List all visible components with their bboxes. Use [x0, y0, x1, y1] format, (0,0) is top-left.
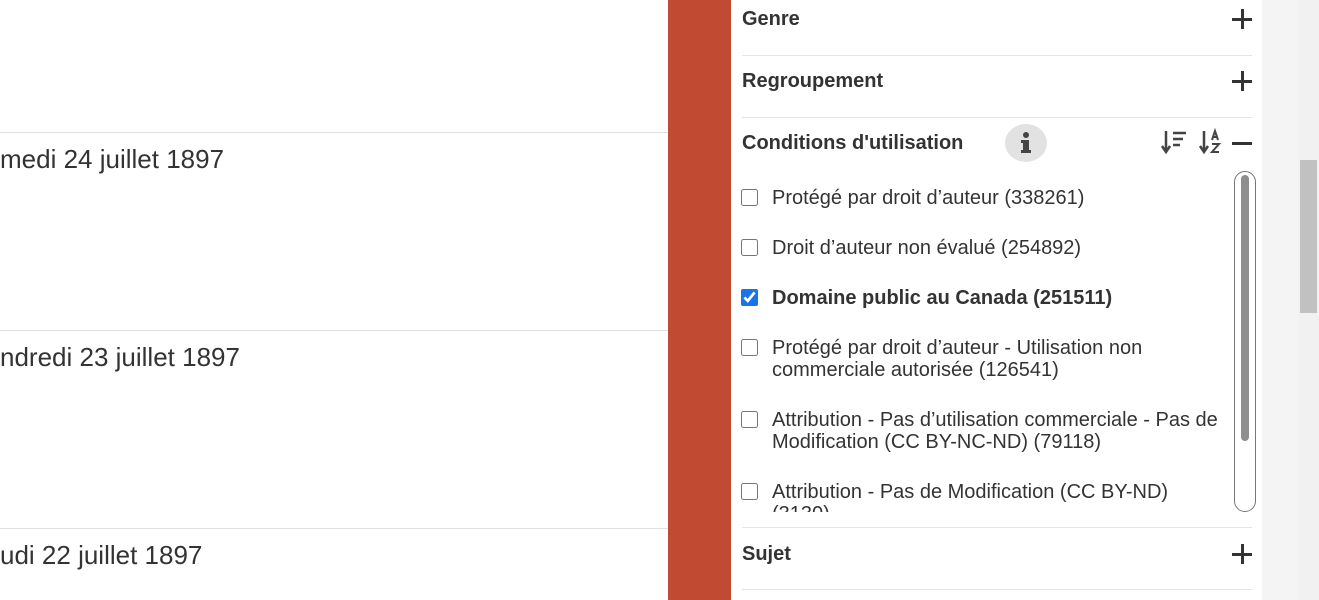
option-checkbox[interactable]	[741, 239, 758, 256]
sort-by-count-icon[interactable]	[1160, 128, 1188, 156]
page-scrollbar[interactable]	[1298, 0, 1319, 600]
result-divider	[0, 132, 668, 133]
option-checkbox[interactable]	[741, 483, 758, 500]
facet-divider	[742, 55, 1252, 56]
expand-plus-icon[interactable]	[1232, 71, 1252, 91]
list-item[interactable]: Attribution - Pas de Modification (CC BY…	[741, 481, 1221, 512]
facet-title: Sujet	[742, 543, 791, 565]
panel-gutter	[1262, 0, 1298, 600]
list-item[interactable]: Droit d’auteur non évalué (254892)	[741, 237, 1221, 259]
list-item[interactable]: Protégé par droit d’auteur (338261)	[741, 187, 1221, 209]
results-list: medi 24 juillet 1897 ndredi 23 juillet 1…	[0, 0, 668, 600]
option-checkbox[interactable]	[741, 289, 758, 306]
facet-panel: Genre Regroupement Conditions d'utilisat…	[731, 0, 1262, 600]
page-scrollbar-thumb[interactable]	[1300, 160, 1317, 313]
option-label: Attribution - Pas d’utilisation commerci…	[772, 409, 1218, 453]
facet-divider	[742, 589, 1252, 590]
result-divider	[0, 528, 668, 529]
option-label: Protégé par droit d’auteur (338261)	[772, 187, 1085, 209]
conditions-options-list[interactable]: Protégé par droit d’auteur (338261) Droi…	[741, 172, 1257, 512]
facet-regroupement[interactable]: Regroupement	[742, 62, 1252, 124]
options-scrollbar-thumb[interactable]	[1241, 175, 1249, 441]
accent-bar	[668, 0, 731, 600]
option-label: Domaine public au Canada (251511)	[772, 287, 1113, 309]
option-checkbox[interactable]	[741, 411, 758, 428]
result-divider	[0, 330, 668, 331]
facet-divider	[742, 117, 1252, 118]
result-title[interactable]: ndredi 23 juillet 1897	[0, 342, 240, 373]
expand-plus-icon[interactable]	[1232, 544, 1252, 564]
facet-title: Regroupement	[742, 70, 884, 92]
option-label: Droit d’auteur non évalué (254892)	[772, 237, 1082, 259]
facet-conditions[interactable]: Conditions d'utilisation	[742, 124, 1252, 172]
list-item[interactable]: Domaine public au Canada (251511)	[741, 287, 1221, 309]
collapse-minus-icon[interactable]	[1232, 133, 1252, 153]
facet-title: Conditions d'utilisation	[742, 132, 964, 154]
result-title[interactable]: udi 22 juillet 1897	[0, 540, 202, 571]
list-item[interactable]: Protégé par droit d’auteur - Utilisation…	[741, 337, 1221, 381]
result-title[interactable]: medi 24 juillet 1897	[0, 144, 224, 175]
option-checkbox[interactable]	[741, 189, 758, 206]
options-scrollbar[interactable]	[1234, 171, 1256, 512]
expand-plus-icon[interactable]	[1232, 9, 1252, 29]
facet-divider	[742, 527, 1252, 528]
option-checkbox[interactable]	[741, 339, 758, 356]
facet-genre[interactable]: Genre	[742, 0, 1252, 62]
facet-sujet[interactable]: Sujet	[742, 535, 1252, 597]
info-icon[interactable]	[1005, 124, 1047, 162]
sort-alphabetical-icon[interactable]	[1198, 127, 1226, 156]
option-label: Protégé par droit d’auteur - Utilisation…	[772, 337, 1143, 381]
option-label: Attribution - Pas de Modification (CC BY…	[772, 481, 1169, 512]
facet-title: Genre	[742, 8, 800, 30]
list-item[interactable]: Attribution - Pas d’utilisation commerci…	[741, 409, 1221, 453]
